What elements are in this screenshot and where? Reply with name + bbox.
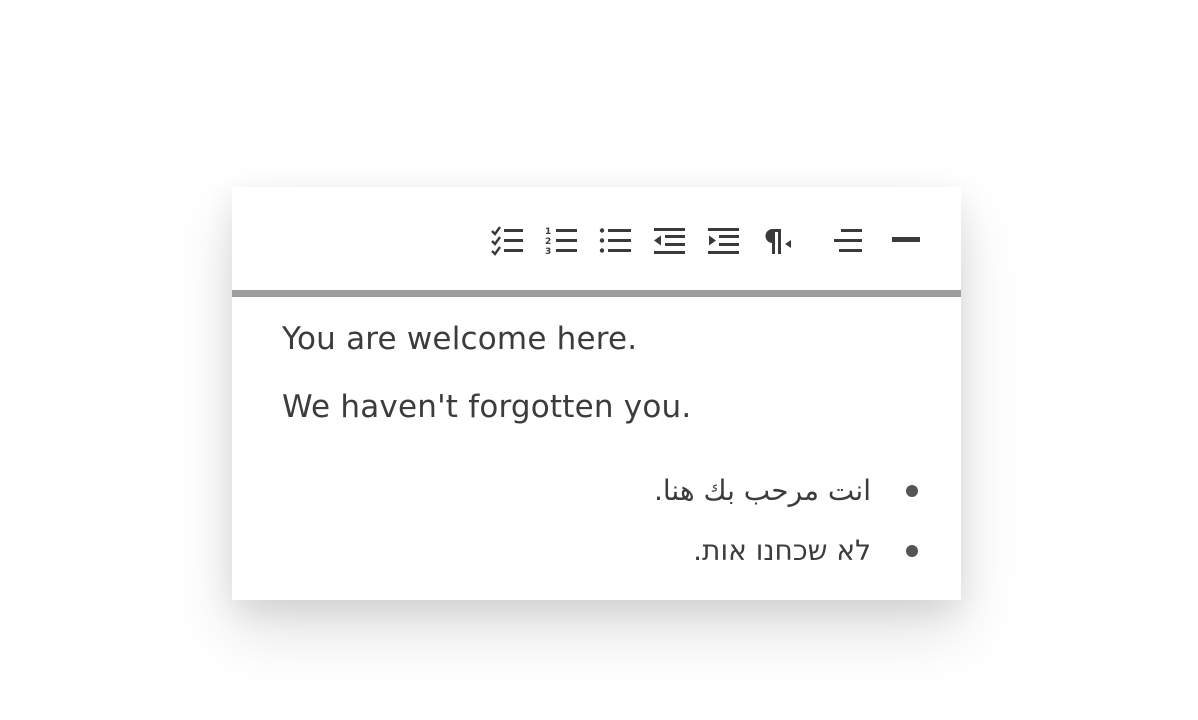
svg-text:2: 2 [545, 237, 551, 247]
text-direction-rtl-button[interactable] [756, 221, 800, 261]
toolbar-divider [232, 290, 961, 297]
align-right-button[interactable] [826, 221, 870, 261]
list-item: לא שכחנו אות. [654, 521, 921, 581]
paragraph-welcome: You are welcome here. [282, 321, 638, 357]
editor-content[interactable]: You are welcome here. We haven't forgott… [232, 297, 961, 600]
list-item-text-hebrew: לא שכחנו אות. [693, 534, 871, 567]
bulleted-list-button[interactable] [594, 221, 638, 261]
paragraph-not-forgotten: We haven't forgotten you. [282, 389, 692, 425]
bulleted-list-icon [599, 228, 631, 253]
list-item: انت مرحب بك هنا. [654, 461, 921, 521]
bullet-dot [906, 485, 918, 497]
checklist-icon [491, 226, 523, 256]
numbered-list-icon: 1 2 3 [545, 227, 577, 256]
svg-text:3: 3 [545, 247, 551, 256]
editor-toolbar: 1 2 3 [232, 187, 961, 290]
outdent-icon [654, 228, 685, 254]
horizontal-rule-icon [892, 237, 920, 242]
list-item-text-arabic: انت مرحب بك هنا. [653, 474, 871, 507]
svg-text:1: 1 [545, 227, 551, 237]
rtl-bulleted-list: انت مرحب بك هنا. לא שכחנו אות. [654, 461, 921, 581]
horizontal-rule-button[interactable] [884, 221, 928, 261]
rich-text-editor: 1 2 3 You are welcome here. We haven't f… [232, 187, 961, 600]
bullet-dot [906, 545, 918, 557]
indent-icon [708, 228, 739, 254]
outdent-button[interactable] [648, 221, 692, 261]
numbered-list-button[interactable]: 1 2 3 [540, 221, 584, 261]
indent-button[interactable] [702, 221, 746, 261]
checklist-button[interactable] [486, 221, 530, 261]
text-direction-rtl-icon [765, 228, 791, 254]
align-right-icon [834, 229, 862, 252]
